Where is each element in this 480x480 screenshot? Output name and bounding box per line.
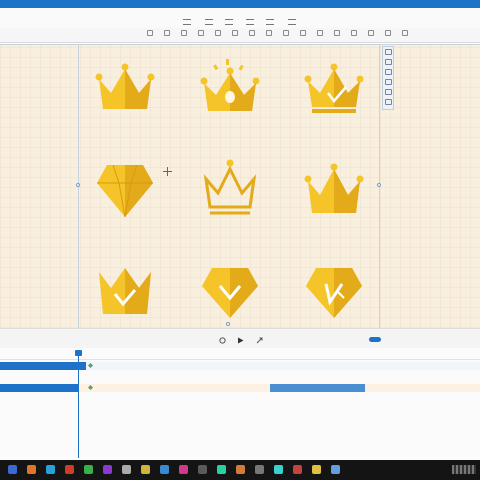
align-bottom-icon[interactable] xyxy=(232,30,238,36)
notes-app-icon[interactable] xyxy=(331,465,340,474)
video-app-icon[interactable] xyxy=(293,465,302,474)
resize-handle[interactable] xyxy=(377,183,381,187)
timeline-ruler[interactable] xyxy=(0,352,480,360)
toolbar xyxy=(0,28,480,43)
keyframe-icon[interactable] xyxy=(88,385,93,390)
flag-icon[interactable] xyxy=(385,89,392,95)
flip-icon[interactable] xyxy=(368,30,374,36)
sparkle-crown-icon[interactable] xyxy=(198,57,262,121)
hide-icon[interactable] xyxy=(334,30,340,36)
paste-icon[interactable] xyxy=(385,59,392,65)
ungroup-icon[interactable] xyxy=(300,30,306,36)
distribute-v-icon[interactable] xyxy=(266,30,272,36)
align-left-icon[interactable] xyxy=(147,30,153,36)
camera-app-icon[interactable] xyxy=(236,465,245,474)
check-crown-icon[interactable] xyxy=(302,61,366,125)
menu-bar xyxy=(0,8,480,28)
v-diamond-icon[interactable] xyxy=(302,262,366,326)
selected-layer[interactable] xyxy=(0,384,78,392)
distribute-h-icon[interactable] xyxy=(249,30,255,36)
diamond-icon[interactable] xyxy=(93,161,157,225)
check-crown-icon-2[interactable] xyxy=(93,262,157,326)
menu-item[interactable] xyxy=(183,19,191,25)
fullscreen-icon[interactable] xyxy=(256,337,263,344)
window-title xyxy=(195,1,285,6)
terminal-app-icon[interactable] xyxy=(255,465,264,474)
folder-app-icon[interactable] xyxy=(46,465,55,474)
start-app-icon[interactable] xyxy=(8,465,17,474)
align-middle-icon[interactable] xyxy=(215,30,221,36)
align-center-icon[interactable] xyxy=(164,30,170,36)
system-tray[interactable] xyxy=(452,465,476,474)
keyframe-icon[interactable] xyxy=(88,363,93,368)
loop-icon[interactable] xyxy=(219,337,226,344)
browser-app-icon[interactable] xyxy=(27,465,36,474)
align-top-icon[interactable] xyxy=(198,30,204,36)
guide-line xyxy=(0,44,480,45)
menu-item[interactable] xyxy=(266,19,274,25)
crown-icon-2[interactable] xyxy=(302,161,366,225)
lock-icon[interactable] xyxy=(317,30,323,36)
layer-icon[interactable] xyxy=(385,69,392,75)
crosshair-cursor-icon xyxy=(163,167,172,176)
taskbar xyxy=(0,460,480,480)
group-icon[interactable] xyxy=(283,30,289,36)
frame-icon[interactable] xyxy=(385,79,392,85)
paint-app-icon[interactable] xyxy=(312,465,321,474)
align-right-icon[interactable] xyxy=(181,30,187,36)
lock-icon[interactable] xyxy=(385,99,392,105)
photos-app-icon[interactable] xyxy=(274,465,283,474)
chat-app-icon[interactable] xyxy=(84,465,93,474)
rotate-icon[interactable] xyxy=(385,30,391,36)
store-app-icon[interactable] xyxy=(217,465,226,474)
resize-handle[interactable] xyxy=(76,183,80,187)
editor-app-icon[interactable] xyxy=(141,465,150,474)
animation-clip-bar[interactable] xyxy=(270,384,365,392)
crop-icon[interactable] xyxy=(351,30,357,36)
check-diamond-icon[interactable] xyxy=(198,262,262,326)
design-canvas[interactable] xyxy=(0,44,480,328)
timeline-panel xyxy=(0,348,480,460)
playback-bar xyxy=(0,328,480,350)
playhead[interactable] xyxy=(78,350,79,458)
music-app-icon[interactable] xyxy=(179,465,188,474)
toggle-switch[interactable] xyxy=(369,337,381,342)
tools-app-icon[interactable] xyxy=(198,465,207,474)
side-tool-panel xyxy=(382,46,394,110)
menu-item[interactable] xyxy=(205,19,213,25)
copy-icon[interactable] xyxy=(385,49,392,55)
selected-layer[interactable] xyxy=(0,362,86,370)
mail-app-icon[interactable] xyxy=(160,465,169,474)
settings-app-icon[interactable] xyxy=(122,465,131,474)
crown-icon[interactable] xyxy=(93,61,157,125)
outline-crown-icon[interactable] xyxy=(198,157,262,221)
play-icon[interactable] xyxy=(237,337,244,344)
more-icon[interactable] xyxy=(402,30,408,36)
title-bar xyxy=(0,0,480,8)
media-app-icon[interactable] xyxy=(103,465,112,474)
office-app-icon[interactable] xyxy=(65,465,74,474)
menu-item[interactable] xyxy=(225,19,233,25)
menu-item[interactable] xyxy=(288,19,296,25)
playhead-handle[interactable] xyxy=(75,350,82,356)
menu-item[interactable] xyxy=(246,19,254,25)
